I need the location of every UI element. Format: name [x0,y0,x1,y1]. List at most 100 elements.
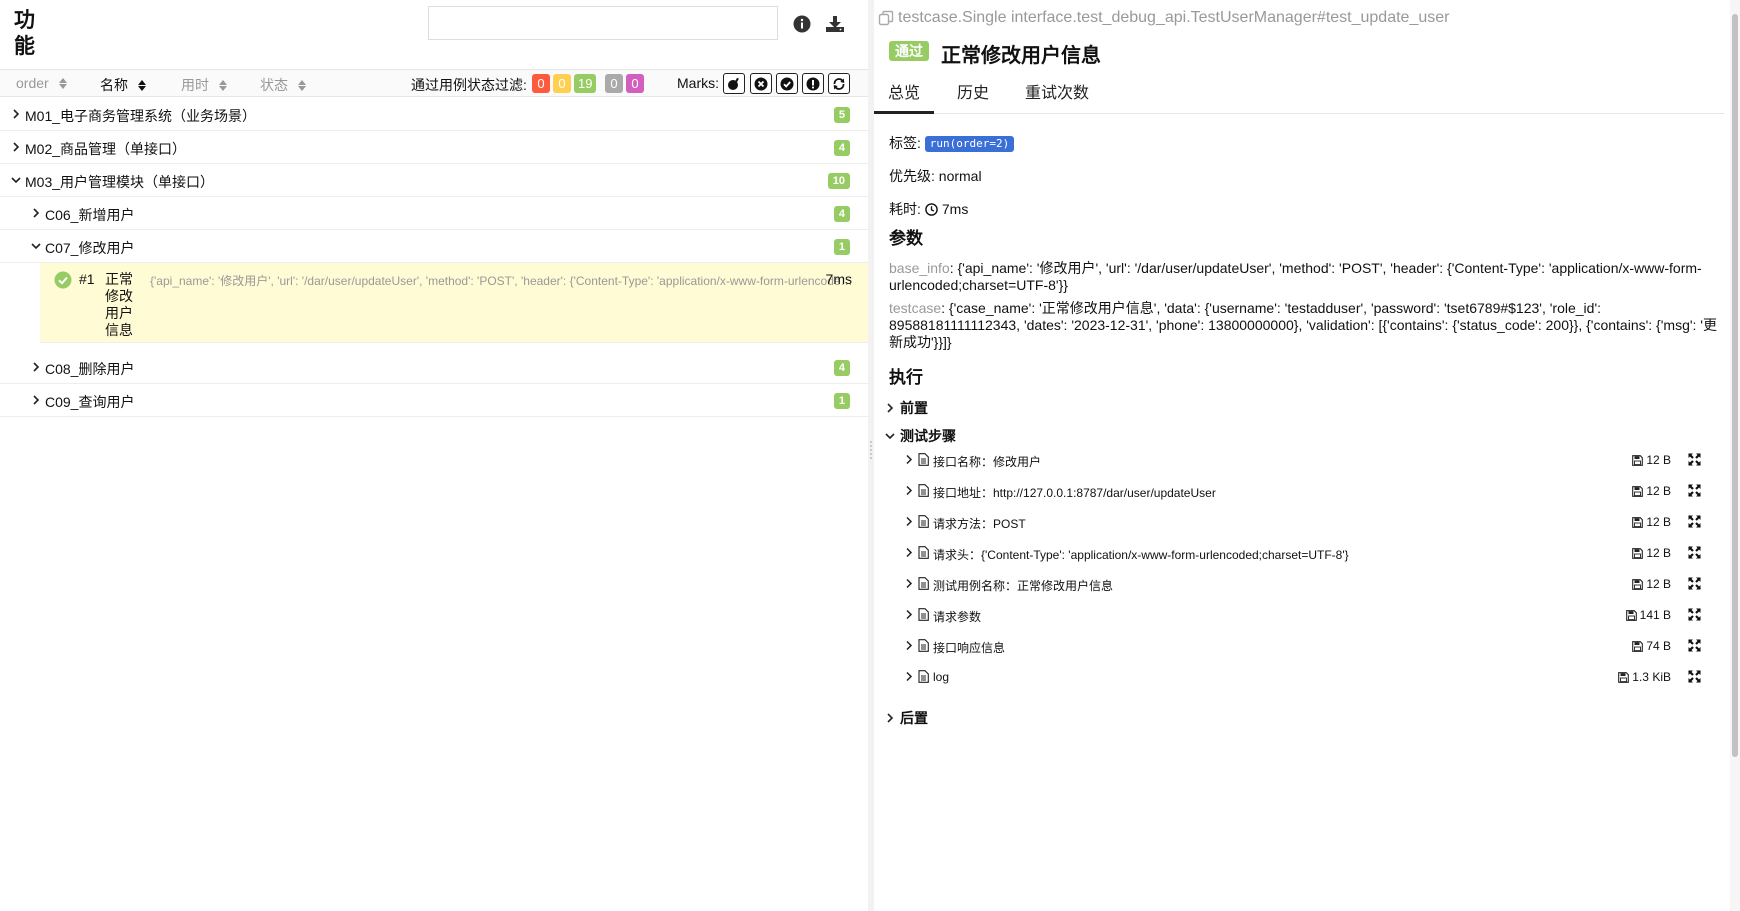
expand-icon[interactable] [1688,577,1701,590]
tree-count-badge: 1 [833,393,850,409]
tree-group-c09[interactable]: C09_查询用户 1 [0,384,868,417]
expand-icon[interactable] [1688,608,1701,621]
duration-row: 耗时: 7ms [889,199,968,219]
step-label: 接口响应信息 [933,641,1006,655]
duration-label: 耗时: [889,201,921,217]
tab-overview[interactable]: 总览 [874,83,935,114]
sort-order[interactable]: order [16,75,67,91]
sort-status[interactable]: 状态 [260,75,306,95]
filter-failed-toggle[interactable]: 0 [532,74,550,93]
steps-label: 测试步骤 [900,428,956,444]
duration-value: 7ms [941,201,969,217]
exec-heading: 执行 [889,368,923,387]
steps-section[interactable]: 测试步骤 [884,426,956,446]
mark-flaky-icon[interactable] [723,73,745,94]
step-size: 12 B [1632,484,1671,498]
expand-icon[interactable] [1688,484,1701,497]
save-icon [1625,609,1637,621]
expand-icon[interactable] [1688,546,1701,559]
drag-handle-icon[interactable] [869,440,873,460]
step-size-value: 12 B [1646,453,1671,467]
step-size-value: 74 B [1646,639,1671,653]
mark-new-failed-icon[interactable] [750,73,772,94]
detail-pane: testcase.Single interface.test_debug_api… [874,0,1740,911]
step-row[interactable]: log 1.3 KiB [904,667,1709,687]
chevron-right-icon [33,208,40,218]
step-row[interactable]: 请求参数 141 B [904,605,1709,625]
file-icon [918,670,929,683]
chevron-right-icon [906,516,913,527]
expand-icon[interactable] [1688,639,1701,652]
sort-duration[interactable]: 用时 [181,75,227,95]
info-icon[interactable] [790,12,814,36]
tree-count-badge: 4 [833,206,850,222]
teardown-section[interactable]: 后置 [884,708,928,728]
chevron-right-icon [33,362,40,372]
expand-icon[interactable] [1688,453,1701,466]
tree-group-label: M02_商品管理（单接口） [25,141,187,157]
step-row[interactable]: 接口名称：修改用户 12 B [904,450,1709,470]
filter-skipped-toggle[interactable]: 0 [605,74,623,93]
step-size: 12 B [1632,453,1671,467]
setup-label: 前置 [900,400,928,416]
param-key: base_info [889,260,950,276]
tree-count-badge: 5 [833,107,850,123]
tag-row: 标签: run(order=2) [889,133,1015,153]
step-row[interactable]: 请求方法：POST 12 B [904,512,1709,532]
step-size: 12 B [1632,546,1671,560]
param-value: {'case_name': '正常修改用户信息', 'data': {'user… [889,300,1717,350]
tab-history[interactable]: 历史 [943,83,1003,114]
chevron-down-icon [11,177,21,184]
save-icon [1632,454,1644,466]
status-filter-label: 通过用例状态过滤: [411,77,527,93]
step-row[interactable]: 接口地址：http://127.0.0.1:8787/dar/user/upda… [904,481,1709,501]
tree-group-c07[interactable]: C07_修改用户 1 [0,230,868,263]
step-label: 接口名称：修改用户 [933,455,1042,469]
tab-retries[interactable]: 重试次数 [1011,83,1103,114]
tree-group-c06[interactable]: C06_新增用户 4 [0,197,868,230]
step-size-value: 1.3 KiB [1632,670,1671,684]
passed-check-icon [54,271,72,289]
params-heading: 参数 [889,229,923,248]
tree-group-m02[interactable]: M02_商品管理（单接口） 4 [0,131,868,164]
file-icon [918,453,929,466]
tree-group-label: M03_用户管理模块（单接口） [25,174,215,190]
filter-unknown-toggle[interactable]: 0 [626,74,644,93]
chevron-right-icon [13,142,20,152]
test-case-row[interactable]: #1 正常修改用户信息 {'api_name': '修改用户', 'url': … [40,263,868,343]
step-size: 12 B [1632,515,1671,529]
tree-count-badge: 10 [827,173,850,189]
sort-arrows-icon [58,77,67,89]
expand-icon[interactable] [1688,515,1701,528]
status-badge: 通过 [889,41,929,61]
step-row[interactable]: 请求头：{'Content-Type': 'application/x-www-… [904,543,1709,563]
scrollbar-thumb[interactable] [1732,14,1738,757]
priority-row: 优先级: normal [889,168,982,184]
expand-icon[interactable] [1688,670,1701,683]
chevron-right-icon [906,485,913,496]
save-icon [1618,671,1630,683]
copy-icon[interactable] [878,10,894,26]
sort-name[interactable]: 名称 [100,75,146,95]
chevron-right-icon [13,109,20,119]
step-label: 请求参数 [933,610,982,624]
param-base-info: base_info: {'api_name': '修改用户', 'url': '… [889,260,1702,293]
download-icon[interactable] [823,12,847,36]
step-row[interactable]: 接口响应信息 74 B [904,636,1709,656]
step-row[interactable]: 测试用例名称：正常修改用户信息 12 B [904,574,1709,594]
step-size: 12 B [1632,577,1671,591]
search-input[interactable] [428,6,778,40]
mark-retries-icon[interactable] [828,73,850,94]
tree-group-m01[interactable]: M01_电子商务管理系统（业务场景） 5 [0,98,868,131]
mark-new-passed-icon[interactable] [776,73,798,94]
setup-section[interactable]: 前置 [884,398,928,418]
mark-new-broken-icon[interactable] [802,73,824,94]
filter-broken-toggle[interactable]: 0 [553,74,571,93]
param-value: {'api_name': '修改用户', 'url': '/dar/user/u… [889,260,1702,293]
tag-pill: run(order=2) [924,136,1015,153]
step-label: log [933,670,950,684]
filter-passed-toggle[interactable]: 19 [574,74,597,93]
tree-group-c08[interactable]: C08_删除用户 4 [0,351,868,384]
tree-group-m03[interactable]: M03_用户管理模块（单接口） 10 [0,164,868,197]
scrollbar[interactable] [1730,0,1740,911]
